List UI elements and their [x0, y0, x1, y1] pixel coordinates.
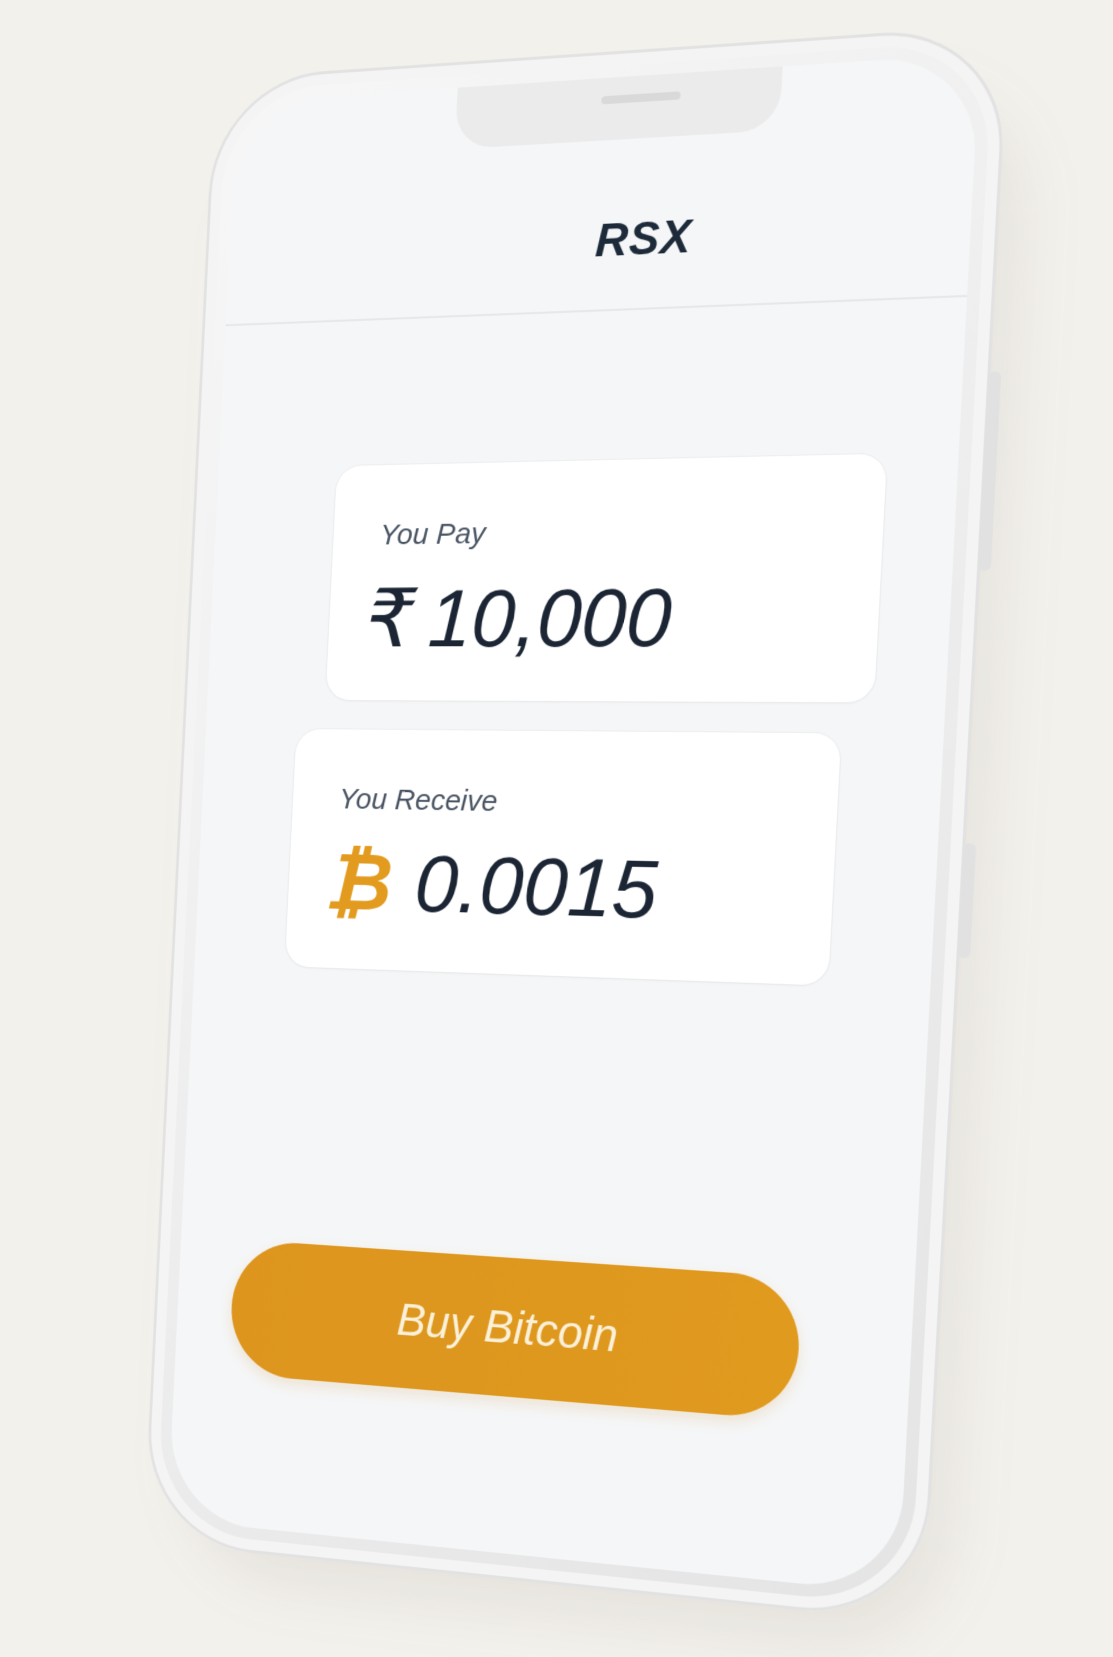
bitcoin-icon: ₿ [323, 836, 394, 929]
phone-screen: RSX You Pay ₹10,000 You Receive ₿ 0.0015 … [167, 53, 980, 1593]
buy-bitcoin-button[interactable]: Buy Bitcoin [228, 1239, 802, 1421]
receive-label: You Receive [338, 783, 498, 819]
pay-amount-display[interactable]: ₹10,000 [364, 570, 674, 666]
receive-amount: 0.0015 [413, 839, 660, 936]
rupee-icon: ₹ [364, 573, 417, 666]
speaker-grill [601, 91, 681, 104]
pay-label: You Pay [379, 517, 486, 552]
scene-background: RSX You Pay ₹10,000 You Receive ₿ 0.0015 … [0, 0, 1113, 1641]
notch [455, 66, 783, 149]
receive-card[interactable]: You Receive ₿ 0.0015 [285, 729, 842, 986]
phone-frame: RSX You Pay ₹10,000 You Receive ₿ 0.0015 … [143, 24, 1009, 1623]
app-title: RSX [594, 208, 693, 267]
receive-amount-display: ₿ 0.0015 [323, 836, 659, 938]
pay-card[interactable]: You Pay ₹10,000 [325, 454, 887, 703]
buy-bitcoin-label: Buy Bitcoin [228, 1239, 802, 1421]
app-header: RSX [226, 169, 974, 326]
phone-mockup: RSX You Pay ₹10,000 You Receive ₿ 0.0015 … [143, 24, 1009, 1623]
pay-amount: 10,000 [426, 572, 674, 664]
